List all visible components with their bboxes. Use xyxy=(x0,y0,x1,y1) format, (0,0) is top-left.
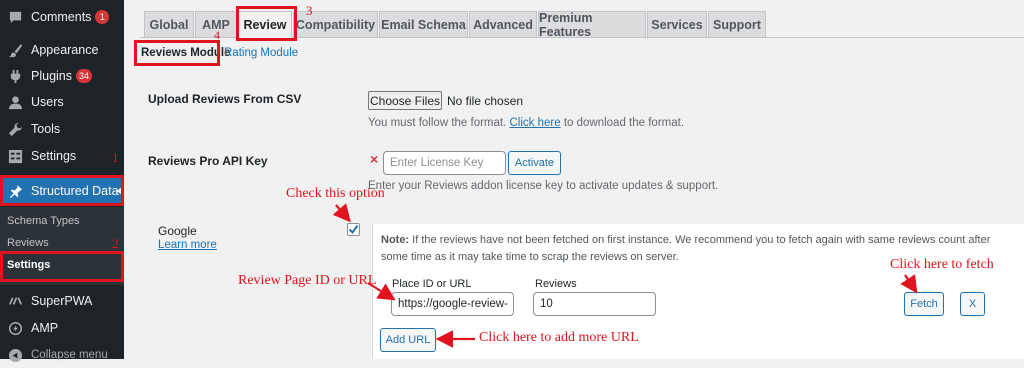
annotation-arrows xyxy=(332,203,918,348)
arrow-to-fetch xyxy=(900,274,918,294)
arrow-to-place-input xyxy=(367,282,396,301)
arrow-to-checkbox xyxy=(332,203,351,223)
